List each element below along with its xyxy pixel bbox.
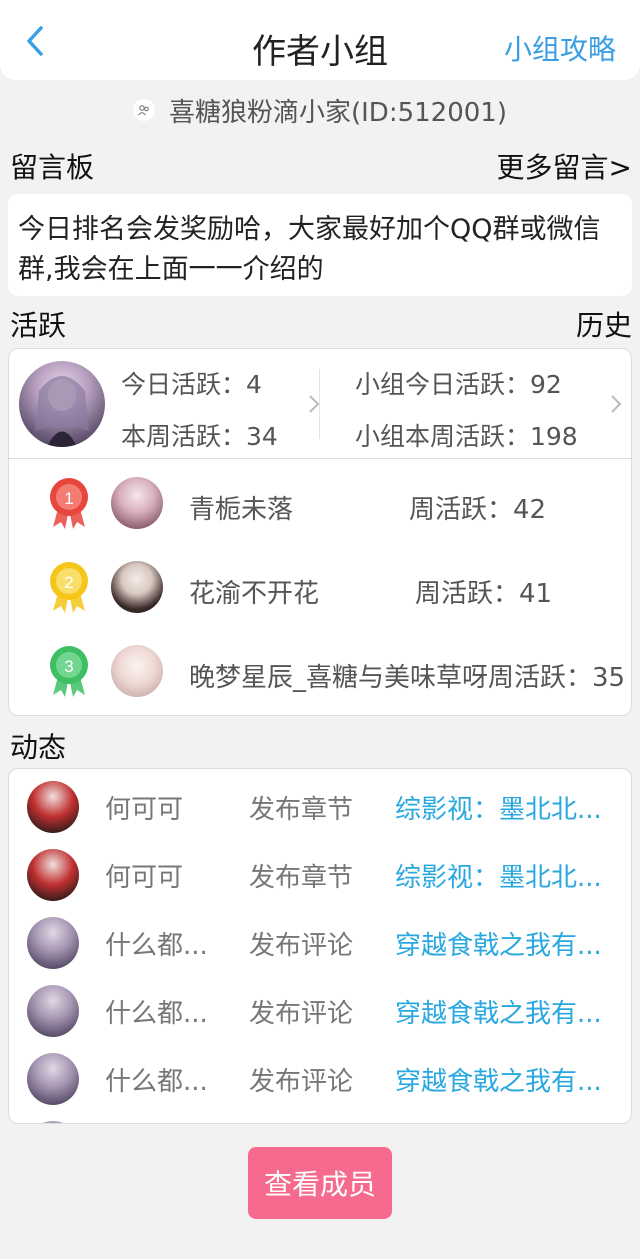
svg-text:3: 3 — [64, 657, 73, 676]
group-week-activity: 小组本周活跃：198 — [355, 422, 578, 451]
feed-user[interactable]: 什么都... — [105, 993, 208, 1030]
rank-row[interactable]: 1 青栀未落 周活跃：42 — [9, 463, 631, 543]
activity-section-title: 活跃 — [10, 309, 67, 342]
avatar[interactable] — [27, 985, 79, 1037]
my-week-activity: 本周活跃：34 — [121, 422, 278, 451]
group-today-activity: 小组今日活跃：92 — [355, 370, 562, 399]
rank-row[interactable]: 2 花渝不开花 周活跃：41 — [9, 547, 631, 627]
feed-item[interactable]: 何可可 发布章节 综影视：墨北北... — [9, 773, 631, 841]
feed-item[interactable]: 何可可 发布章节 综影视：墨北北... — [9, 841, 631, 909]
rank-user-name: 花渝不开花 — [189, 579, 320, 609]
group-name: 喜糖狼粉滴小家(ID:512001) — [169, 97, 507, 128]
feed-action: 发布章节 — [249, 863, 354, 893]
medal-gold-first-icon: 1 — [50, 478, 88, 529]
feed-target-link[interactable]: 穿越食戟之我有... — [395, 1061, 617, 1098]
feed-item[interactable]: 什么都... 发布评论 穿越食戟之我有... — [9, 977, 631, 1045]
back-button[interactable] — [18, 24, 52, 58]
feed-user[interactable]: 什么都... — [105, 925, 208, 962]
rank-week-activity: 周活跃：41 — [415, 579, 553, 609]
feed-target-link[interactable]: 综影视：墨北北... — [395, 789, 617, 826]
feed-action: 发布评论 — [249, 999, 354, 1029]
feed-user[interactable]: 什么都... — [105, 1061, 208, 1098]
feed-user[interactable]: 何可可 — [105, 789, 183, 826]
medal-bronze-third-icon: 3 — [50, 646, 88, 697]
chevron-right-icon — [611, 395, 622, 413]
medal-silver-second-icon: 2 — [50, 562, 88, 613]
avatar[interactable] — [19, 361, 105, 447]
group-guide-link[interactable]: 小组攻略 — [504, 28, 616, 68]
feed-card: 何可可 发布章节 综影视：墨北北... 何可可 发布章节 综影视：墨北北... … — [8, 768, 632, 1124]
avatar[interactable] — [27, 781, 79, 833]
notice-section-title: 留言板 — [10, 151, 95, 184]
notice-card: 今日排名会发奖励哈，大家最好加个QQ群或微信群,我会在上面一一介绍的 — [8, 194, 632, 296]
rank-week-activity: 周活跃：42 — [409, 495, 547, 525]
feed-header: 动态 — [10, 726, 632, 766]
feed-action: 发布评论 — [249, 931, 354, 961]
history-link[interactable]: 历史 — [576, 304, 632, 344]
group-icon — [133, 99, 155, 121]
my-today-activity: 今日活跃：4 — [121, 370, 262, 399]
avatar[interactable] — [111, 477, 163, 529]
avatar[interactable] — [111, 645, 163, 697]
activity-header: 活跃 历史 — [10, 304, 632, 344]
avatar — [27, 1121, 79, 1123]
group-name-row: 喜糖狼粉滴小家(ID:512001) — [0, 88, 640, 132]
top-bar: 作者小组 小组攻略 — [0, 0, 640, 80]
avatar[interactable] — [27, 849, 79, 901]
rank-user-name: 晚梦星辰_喜糖与美味草呀 — [189, 663, 489, 693]
notice-header: 留言板 更多留言> — [10, 146, 632, 186]
rank-row[interactable]: 3 晚梦星辰_喜糖与美味草呀周活跃：35 — [9, 631, 631, 711]
feed-target-link[interactable]: 穿越食戟之我有... — [395, 925, 617, 962]
activity-summary: 今日活跃：4 本周活跃：34 小组今日活跃：92 小组本周活跃：198 — [9, 349, 631, 459]
chevron-left-icon — [27, 26, 43, 56]
svg-text:2: 2 — [64, 573, 73, 592]
svg-text:1: 1 — [64, 489, 73, 508]
my-activity-stats[interactable]: 今日活跃：4 本周活跃：34 — [121, 349, 321, 459]
avatar[interactable] — [27, 917, 79, 969]
activity-card: 今日活跃：4 本周活跃：34 小组今日活跃：92 小组本周活跃：198 1 青栀… — [8, 348, 632, 716]
rank-week-activity: 周活跃：35 — [488, 663, 623, 693]
feed-user[interactable]: 何可可 — [105, 857, 183, 894]
feed-item[interactable]: 什么都... 发布评论 穿越食戟之我有... — [9, 1045, 631, 1113]
feed-section-title: 动态 — [10, 731, 67, 764]
group-activity-stats[interactable]: 小组今日活跃：92 小组本周活跃：198 — [355, 349, 627, 459]
view-members-button[interactable]: 查看成员 — [248, 1147, 392, 1219]
notice-text: 今日排名会发奖励哈，大家最好加个QQ群或微信群,我会在上面一一介绍的 — [18, 214, 601, 285]
rank-user-name: 青栀未落 — [189, 495, 294, 525]
divider — [319, 369, 320, 439]
feed-item-partial — [9, 1113, 631, 1123]
feed-target-link[interactable]: 综影视：墨北北... — [395, 857, 617, 894]
rank-name-score-line: 晚梦星辰_喜糖与美味草呀周活跃：35 — [189, 657, 623, 694]
more-messages-link[interactable]: 更多留言> — [497, 146, 632, 186]
feed-action: 发布评论 — [249, 1067, 354, 1097]
avatar[interactable] — [27, 1053, 79, 1105]
feed-item[interactable]: 什么都... 发布评论 穿越食戟之我有... — [9, 909, 631, 977]
feed-target-link[interactable]: 穿越食戟之我有... — [395, 993, 617, 1030]
feed-action: 发布章节 — [249, 795, 354, 825]
avatar[interactable] — [111, 561, 163, 613]
